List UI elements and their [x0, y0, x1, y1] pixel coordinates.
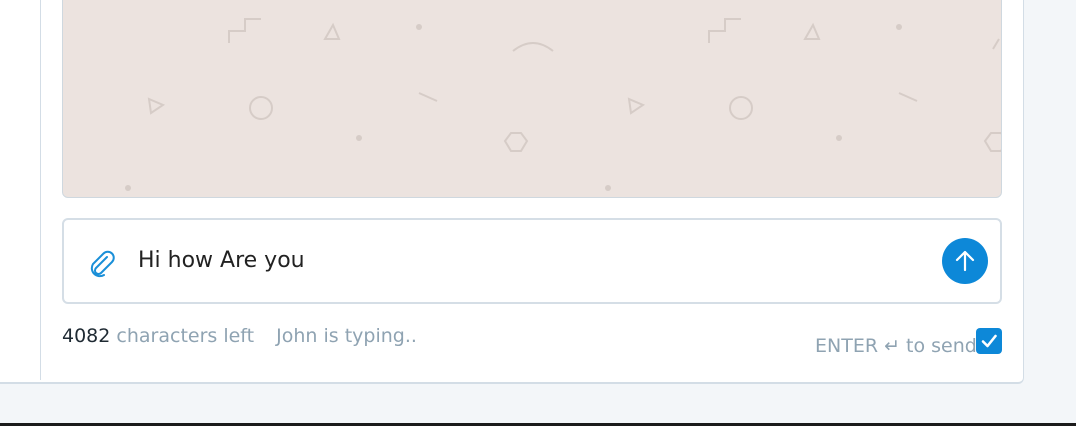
character-counter: 4082 characters left John is typing.. [62, 325, 417, 347]
characters-left-count: 4082 [62, 325, 111, 347]
panel-divider [40, 0, 41, 380]
message-input[interactable] [138, 238, 918, 282]
send-button[interactable] [942, 238, 988, 284]
enter-to-send-label: ENTER ↵ to send [815, 335, 977, 357]
typing-status: John is typing.. [276, 325, 417, 347]
chat-background-pattern [125, 18, 1001, 191]
arrow-up-icon [955, 250, 975, 272]
checkmark-icon [981, 334, 997, 348]
enter-to-send-checkbox[interactable] [976, 328, 1002, 354]
chat-messages-area [62, 0, 1002, 198]
chat-panel: 4082 characters left John is typing.. EN… [0, 0, 1024, 384]
message-composer [62, 218, 1002, 304]
characters-left-label: characters left [116, 325, 255, 347]
paperclip-icon[interactable] [86, 248, 118, 280]
